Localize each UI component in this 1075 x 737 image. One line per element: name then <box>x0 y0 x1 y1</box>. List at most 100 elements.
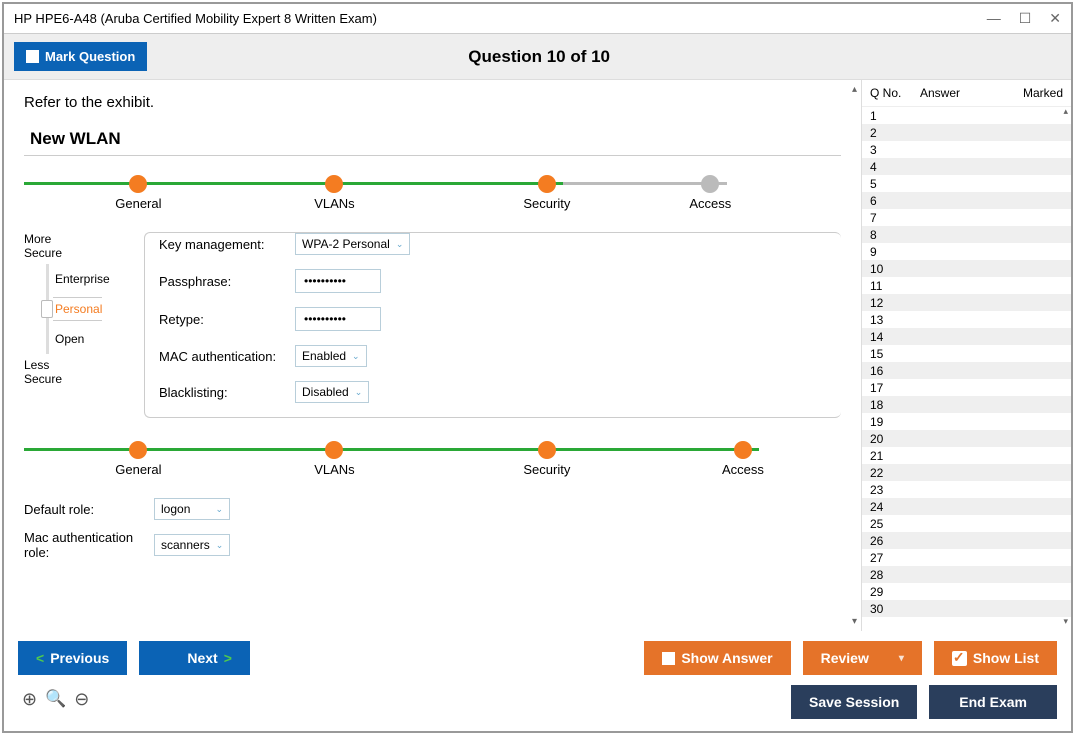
checkbox-empty-icon <box>662 652 675 665</box>
question-row[interactable]: 26 <box>862 532 1071 549</box>
header-row: Mark Question Question 10 of 10 <box>4 34 1071 80</box>
slider-personal[interactable]: Personal <box>53 297 102 321</box>
question-row[interactable]: 22 <box>862 464 1071 481</box>
question-row[interactable]: 16 <box>862 362 1071 379</box>
save-session-button[interactable]: Save Session <box>791 685 917 719</box>
default-role-select[interactable]: logon ⌄ <box>154 498 230 520</box>
question-row[interactable]: 29 <box>862 583 1071 600</box>
retype-input[interactable]: •••••••••• <box>295 307 381 331</box>
refer-text: Refer to the exhibit. <box>24 94 841 111</box>
mac-role-select[interactable]: scanners ⌄ <box>154 534 230 556</box>
scroll-down-icon[interactable]: ▾ <box>852 616 857 627</box>
slider-enterprise[interactable]: Enterprise <box>55 266 110 292</box>
question-row[interactable]: 18 <box>862 396 1071 413</box>
sidebar-scroll-down-icon[interactable]: ▾ <box>1063 616 1068 627</box>
default-role-label: Default role: <box>24 502 154 517</box>
question-row[interactable]: 28 <box>862 566 1071 583</box>
blacklist-label: Blacklisting: <box>159 385 295 400</box>
chevron-down-icon: ⌄ <box>216 540 224 551</box>
passphrase-label: Passphrase: <box>159 274 295 289</box>
zoom-reset-icon[interactable]: 🔍 <box>45 689 66 719</box>
question-row[interactable]: 12 <box>862 294 1071 311</box>
passphrase-input[interactable]: •••••••••• <box>295 269 381 293</box>
step-general: General <box>115 196 161 211</box>
question-row[interactable]: 30 <box>862 600 1071 617</box>
marked-header: Marked <box>1023 86 1063 100</box>
question-row[interactable]: 8 <box>862 226 1071 243</box>
key-management-select[interactable]: WPA-2 Personal ⌄ <box>295 233 410 255</box>
question-list[interactable]: 1234567891011121314151617181920212223242… <box>862 107 1071 631</box>
step-vlans-2: VLANs <box>314 462 354 477</box>
scroll-up-icon[interactable]: ▴ <box>852 84 857 95</box>
question-row[interactable]: 7 <box>862 209 1071 226</box>
question-row[interactable]: 21 <box>862 447 1071 464</box>
window-title: HP HPE6-A48 (Aruba Certified Mobility Ex… <box>14 11 987 26</box>
stepper-bottom: General VLANs Security Access <box>24 438 841 478</box>
maximize-icon[interactable]: ☐ <box>1019 10 1032 27</box>
titlebar: HP HPE6-A48 (Aruba Certified Mobility Ex… <box>4 4 1071 34</box>
question-row[interactable]: 10 <box>862 260 1071 277</box>
end-exam-button[interactable]: End Exam <box>929 685 1057 719</box>
sidebar-scroll-up-icon[interactable]: ▴ <box>1063 106 1068 117</box>
security-slider: More Secure Enterprise Personal Open Les… <box>24 232 124 418</box>
question-row[interactable]: 17 <box>862 379 1071 396</box>
chevron-down-icon: ▾ <box>899 653 904 664</box>
answer-header: Answer <box>920 86 1023 100</box>
zoom-out-icon[interactable]: ⊖ <box>74 689 89 719</box>
show-answer-button[interactable]: Show Answer <box>644 641 790 675</box>
chevron-down-icon: ⌄ <box>355 387 363 398</box>
question-row[interactable]: 4 <box>862 158 1071 175</box>
question-row[interactable]: 14 <box>862 328 1071 345</box>
mac-role-label: Mac authentication role: <box>24 530 154 560</box>
mac-auth-label: MAC authentication: <box>159 349 295 364</box>
key-management-label: Key management: <box>159 237 295 252</box>
divider <box>24 155 841 156</box>
question-row[interactable]: 19 <box>862 413 1071 430</box>
question-row[interactable]: 3 <box>862 141 1071 158</box>
footer: < Previous Next > Show Answer Review ▾ S… <box>4 631 1071 685</box>
qno-header: Q No. <box>870 86 920 100</box>
slider-open[interactable]: Open <box>55 326 84 352</box>
chevron-right-icon: > <box>224 650 232 666</box>
more-secure-label: More Secure <box>24 232 124 260</box>
blacklist-select[interactable]: Disabled ⌄ <box>295 381 369 403</box>
question-row[interactable]: 6 <box>862 192 1071 209</box>
step-security-2: Security <box>523 462 570 477</box>
fields-panel: Key management: WPA-2 Personal ⌄ Passphr… <box>144 232 841 418</box>
step-access-2: Access <box>722 462 764 477</box>
question-row[interactable]: 25 <box>862 515 1071 532</box>
mac-auth-select[interactable]: Enabled ⌄ <box>295 345 367 367</box>
step-security: Security <box>523 196 570 211</box>
wlan-title: New WLAN <box>24 129 841 149</box>
retype-label: Retype: <box>159 312 295 327</box>
question-row[interactable]: 2 <box>862 124 1071 141</box>
question-row[interactable]: 9 <box>862 243 1071 260</box>
question-row[interactable]: 13 <box>862 311 1071 328</box>
question-row[interactable]: 1 <box>862 107 1071 124</box>
zoom-in-icon[interactable]: ⊕ <box>22 689 37 719</box>
question-row[interactable]: 20 <box>862 430 1071 447</box>
question-row[interactable]: 15 <box>862 345 1071 362</box>
review-button[interactable]: Review ▾ <box>803 641 922 675</box>
next-button[interactable]: Next > <box>139 641 250 675</box>
chevron-down-icon: ⌄ <box>215 504 223 515</box>
question-row[interactable]: 11 <box>862 277 1071 294</box>
stepper-top: General VLANs Security Access <box>24 172 841 212</box>
question-row[interactable]: 24 <box>862 498 1071 515</box>
question-row[interactable]: 27 <box>862 549 1071 566</box>
previous-button[interactable]: < Previous <box>18 641 127 675</box>
checkbox-empty-icon <box>26 50 39 63</box>
mark-question-button[interactable]: Mark Question <box>14 42 147 71</box>
question-row[interactable]: 5 <box>862 175 1071 192</box>
question-row[interactable]: 23 <box>862 481 1071 498</box>
slider-handle-icon[interactable] <box>41 300 53 318</box>
step-access: Access <box>689 196 731 211</box>
show-list-button[interactable]: Show List <box>934 641 1057 675</box>
minimize-icon[interactable]: — <box>987 10 1001 27</box>
zoom-controls: ⊕ 🔍 ⊖ <box>4 685 107 731</box>
checkbox-checked-icon <box>952 651 967 666</box>
chevron-down-icon: ⌄ <box>352 351 360 362</box>
close-icon[interactable]: ✕ <box>1049 10 1061 27</box>
question-list-sidebar: Q No. Answer Marked 12345678910111213141… <box>861 80 1071 631</box>
mark-question-label: Mark Question <box>45 49 135 64</box>
